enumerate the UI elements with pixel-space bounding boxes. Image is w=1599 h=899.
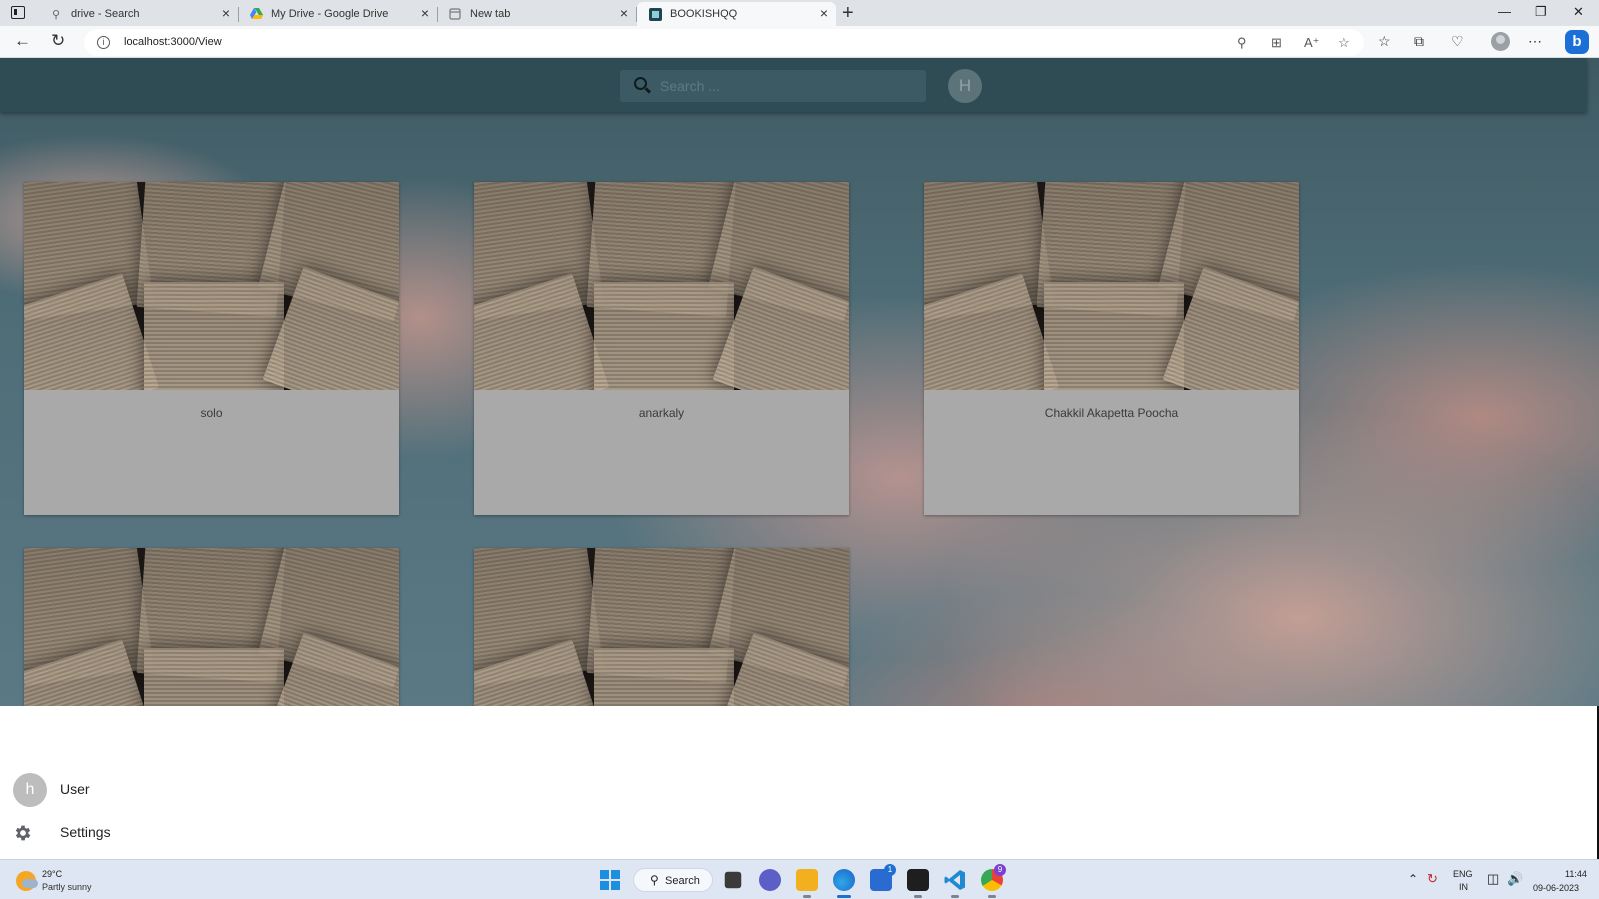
edge-browser-icon[interactable] (833, 869, 855, 898)
search-bar[interactable] (620, 70, 926, 102)
close-icon[interactable]: × (421, 6, 429, 20)
google-drive-icon (249, 7, 263, 21)
book-title: Chakkil Akapetta Poocha (1044, 406, 1179, 420)
clock-date[interactable]: 09-06-2023 (1533, 883, 1579, 893)
gear-icon[interactable] (13, 823, 33, 843)
favorite-star-icon[interactable]: ☆ (1338, 35, 1350, 51)
back-icon[interactable]: ← (14, 31, 31, 51)
tab-bookishqq[interactable]: BOOKISHQQ × (637, 2, 836, 26)
taskbar-search-button[interactable]: ⚲ Search (633, 868, 713, 892)
page-content: H solo anarkaly Chakkil Akapetta Poocha (0, 58, 1599, 706)
bing-chat-icon[interactable]: b (1565, 30, 1589, 54)
close-icon[interactable]: × (222, 6, 230, 20)
store-badge: 1 (884, 864, 896, 876)
settings-menu-item[interactable]: Settings (60, 824, 111, 840)
tab-drive-search[interactable]: ⚲ drive - Search × (38, 2, 239, 26)
book-title: solo (200, 406, 223, 420)
chrome-badge: 9 (994, 864, 1006, 876)
clock-time[interactable]: 11:44 (1565, 869, 1587, 879)
book-card[interactable] (24, 548, 399, 706)
book-cover-image (474, 548, 849, 706)
taskbar: 29°C Partly sunny ⚲ Search 1 9 ⌃ ↻ ENG I… (0, 859, 1599, 899)
tab-google-drive[interactable]: My Drive - Google Drive × (238, 2, 438, 26)
profile-icon[interactable] (1491, 32, 1510, 51)
volume-icon[interactable]: 🔊 (1507, 871, 1523, 887)
book-title: anarkaly (638, 406, 685, 420)
chrome-icon[interactable]: 9 (981, 864, 1006, 898)
book-cover-image (24, 182, 399, 390)
read-aloud-icon[interactable]: A⁺ (1304, 35, 1320, 51)
book-card[interactable]: solo (24, 182, 399, 515)
browser-tab-strip: ⚲ drive - Search × My Drive - Google Dri… (0, 0, 1599, 26)
close-icon[interactable]: × (820, 6, 828, 20)
vscode-icon[interactable] (944, 869, 966, 898)
tab-title: drive - Search (71, 8, 140, 20)
search-icon (634, 77, 647, 90)
region-indicator[interactable]: IN (1459, 882, 1468, 892)
close-window-icon[interactable]: ✕ (1573, 4, 1584, 20)
weather-condition: Partly sunny (42, 882, 92, 892)
new-tab-icon[interactable]: + (842, 3, 854, 23)
minimize-icon[interactable]: — (1498, 4, 1511, 19)
user-menu-item[interactable]: User (60, 781, 90, 797)
teams-chat-icon[interactable] (759, 869, 781, 891)
tab-actions-icon[interactable] (11, 6, 25, 19)
address-bar[interactable]: i localhost:3000/View ⚲ ⊞ A⁺ ☆ (84, 29, 1364, 56)
avatar[interactable]: H (948, 69, 982, 103)
tab-title: BOOKISHQQ (670, 8, 738, 20)
weather-icon[interactable] (16, 871, 38, 891)
tab-title: My Drive - Google Drive (271, 8, 389, 20)
search-icon: ⚲ (51, 8, 61, 21)
photo-shade (924, 182, 1299, 390)
page-icon (448, 7, 462, 21)
user-avatar[interactable]: h (13, 773, 47, 807)
network-icon[interactable]: ◫ (1487, 871, 1499, 887)
terminal-icon[interactable] (907, 869, 929, 898)
photo-shade (24, 548, 399, 706)
book-card[interactable]: Chakkil Akapetta Poocha (924, 182, 1299, 515)
refresh-icon[interactable]: ↻ (51, 31, 65, 51)
app-available-icon[interactable]: ⊞ (1271, 35, 1282, 51)
photo-shade (24, 182, 399, 390)
favorites-icon[interactable]: ☆ (1378, 33, 1391, 50)
taskbar-search-label: Search (665, 875, 700, 887)
book-card[interactable]: anarkaly (474, 182, 849, 515)
tab-new-tab[interactable]: New tab × (437, 2, 637, 26)
close-icon[interactable]: × (620, 6, 628, 20)
key-icon[interactable]: ⚲ (1237, 35, 1247, 51)
more-icon[interactable]: ⋯ (1528, 33, 1542, 50)
photo-shade (474, 548, 849, 706)
photo-shade (474, 182, 849, 390)
collections-icon[interactable]: ⧉ (1414, 33, 1424, 50)
book-cover-image (924, 182, 1299, 390)
task-view-icon[interactable] (724, 871, 742, 889)
url-text: localhost:3000/View (124, 36, 222, 48)
restore-icon[interactable]: ❐ (1535, 4, 1547, 20)
book-card[interactable] (474, 548, 849, 706)
file-explorer-icon[interactable] (796, 869, 818, 898)
windows-start-icon[interactable] (600, 870, 620, 890)
site-icon (648, 7, 662, 21)
book-cover-image (24, 548, 399, 706)
browser-toolbar: ← ↻ i localhost:3000/View ⚲ ⊞ A⁺ ☆ ☆ ⧉ ♡… (0, 26, 1599, 58)
app-header: H (0, 58, 1587, 112)
tab-title: New tab (470, 8, 511, 20)
sync-icon[interactable]: ↻ (1427, 871, 1438, 887)
microsoft-store-icon[interactable]: 1 (870, 864, 896, 891)
search-icon: ⚲ (650, 873, 659, 887)
language-indicator[interactable]: ENG (1453, 869, 1473, 879)
browser-essentials-icon[interactable]: ♡ (1451, 33, 1464, 50)
info-icon[interactable]: i (97, 36, 110, 49)
temperature: 29°C (42, 869, 63, 879)
search-input[interactable] (660, 77, 910, 95)
chevron-up-icon[interactable]: ⌃ (1408, 872, 1418, 886)
book-cover-image (474, 182, 849, 390)
